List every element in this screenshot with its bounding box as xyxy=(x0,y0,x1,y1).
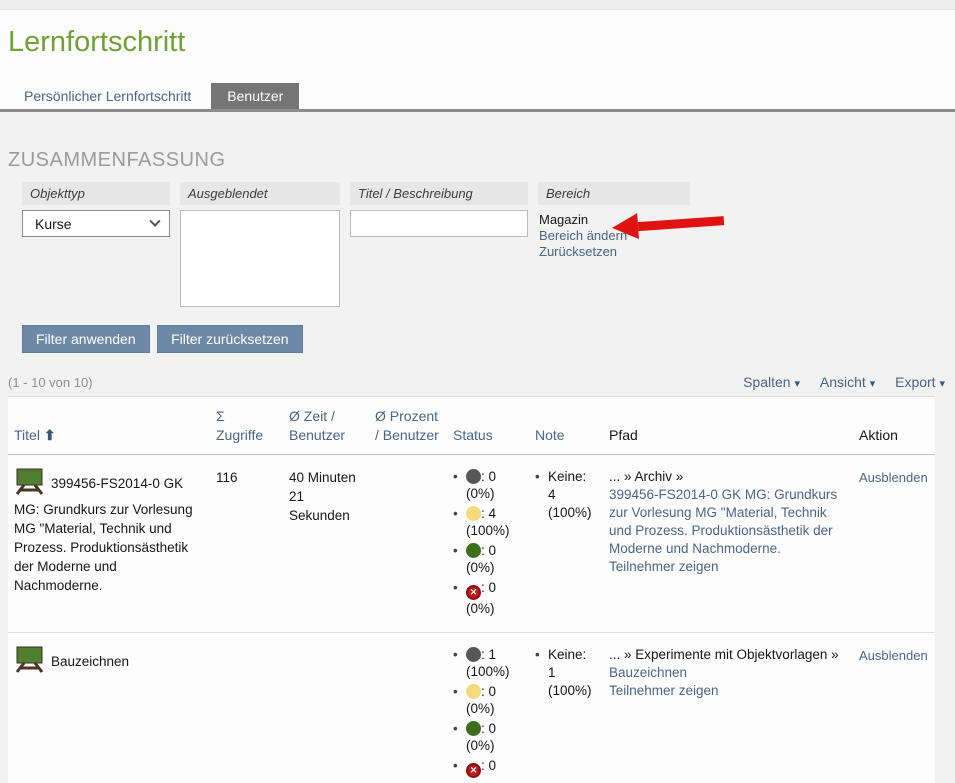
chevron-down-icon xyxy=(149,215,160,226)
teilnehmer-zeigen-link[interactable]: Teilnehmer zeigen xyxy=(609,682,719,700)
cell-prozent xyxy=(369,455,447,633)
note-value: Keine: 1 (100%) xyxy=(548,647,592,698)
course-icon xyxy=(14,468,44,500)
cell-zugriffe xyxy=(210,633,283,783)
titel-beschreibung-label: Titel / Beschreibung xyxy=(350,182,528,205)
bullet-icon: • xyxy=(453,683,458,700)
status-completed-icon xyxy=(466,721,481,736)
bullet-icon: • xyxy=(453,542,458,559)
path-prefix: ... » Experimente mit Objektvorlagen » xyxy=(609,647,839,662)
titel-beschreibung-input[interactable] xyxy=(350,210,528,237)
filter-buttons: Filter anwenden Filter zurücksetzen xyxy=(22,325,955,353)
results-table-container: Titel ⬆ Σ Zugriffe Ø Zeit / Benutzer Ø P… xyxy=(8,396,935,783)
filter-zuruecksetzen-button[interactable]: Filter zurücksetzen xyxy=(157,325,302,353)
status-in-progress-icon xyxy=(466,684,481,699)
spalten-menu[interactable]: Spalten ▾ xyxy=(743,374,800,390)
chevron-down-icon: ▾ xyxy=(939,378,945,390)
chevron-down-icon: ▾ xyxy=(794,378,800,390)
header: Lernfortschritt Persönlicher Lernfortsch… xyxy=(0,10,955,112)
results-table: Titel ⬆ Σ Zugriffe Ø Zeit / Benutzer Ø P… xyxy=(8,397,935,783)
filter-anwenden-button[interactable]: Filter anwenden xyxy=(22,325,150,353)
status-completed-icon xyxy=(466,543,481,558)
table-menus: Spalten ▾ Ansicht ▾ Export ▾ xyxy=(727,374,945,390)
bullet-icon: • xyxy=(453,757,458,774)
column-header-titel[interactable]: Titel ⬆ xyxy=(8,397,210,455)
cell-pfad: ... » Archiv » 399456-FS2014-0 GK MG: Gr… xyxy=(603,455,853,633)
bereich-label: Bereich xyxy=(538,182,690,205)
column-header-note[interactable]: Note xyxy=(529,397,603,455)
cell-aktion: Ausblenden xyxy=(853,633,935,783)
table-row: Bauzeichnen •: 1 (100%) •: 0 (0%) •: 0 (… xyxy=(8,633,935,783)
sort-ascending-icon: ⬆ xyxy=(44,427,56,443)
column-header-zugriffe[interactable]: Σ Zugriffe xyxy=(210,397,283,455)
cell-status: •: 1 (100%) •: 0 (0%) •: 0 (0%) •✕: 0 xyxy=(447,633,529,783)
note-value: Keine: 4 (100%) xyxy=(548,469,592,520)
ausblenden-link[interactable]: Ausblenden xyxy=(859,468,928,487)
column-header-zeit[interactable]: Ø Zeit / Benutzer xyxy=(283,397,369,455)
cell-zugriffe: 116 xyxy=(210,455,283,633)
objekttyp-select[interactable]: Kurse xyxy=(22,210,170,237)
course-title: Bauzeichnen xyxy=(51,654,129,669)
bullet-icon: • xyxy=(453,646,458,663)
cell-titel: 399456-FS2014-0 GK MG: Grundkurs zur Vor… xyxy=(8,455,210,633)
status-failed-icon: ✕ xyxy=(466,763,481,778)
tab-persoenlicher-lernfortschritt[interactable]: Persönlicher Lernfortschritt xyxy=(8,83,207,109)
path-course-link[interactable]: Bauzeichnen xyxy=(609,664,687,682)
cell-titel: Bauzeichnen xyxy=(8,633,210,783)
objekttyp-label: Objekttyp xyxy=(22,182,170,205)
column-header-pfad: Pfad xyxy=(603,397,853,455)
cell-zeit: 40 Minuten 21 Sekunden xyxy=(283,455,369,633)
cell-note: • Keine: 1 (100%) xyxy=(529,633,603,783)
cell-prozent xyxy=(369,633,447,783)
status-not-attempted-icon xyxy=(466,469,481,484)
bullet-icon: • xyxy=(535,468,540,486)
page-title: Lernfortschritt xyxy=(0,10,955,59)
top-strip xyxy=(0,0,955,10)
teilnehmer-zeigen-link[interactable]: Teilnehmer zeigen xyxy=(609,558,719,576)
path-course-link[interactable]: 399456-FS2014-0 GK MG: Grundkurs zur Vor… xyxy=(609,486,845,558)
column-header-aktion: Aktion xyxy=(853,397,935,455)
page: Lernfortschritt Persönlicher Lernfortsch… xyxy=(0,0,955,783)
bullet-icon: • xyxy=(453,579,458,596)
bullet-icon: • xyxy=(453,505,458,522)
objekttyp-selected-value: Kurse xyxy=(35,216,72,232)
zuruecksetzen-link[interactable]: Zurücksetzen xyxy=(539,244,617,260)
cell-note: • Keine: 4 (100%) xyxy=(529,455,603,633)
path-prefix: ... » Archiv » xyxy=(609,469,683,484)
ansicht-menu[interactable]: Ansicht ▾ xyxy=(820,374,875,390)
filter-ausgeblendet: Ausgeblendet xyxy=(180,182,340,307)
course-icon xyxy=(14,646,44,678)
export-menu[interactable]: Export ▾ xyxy=(895,374,945,390)
bullet-icon: • xyxy=(453,720,458,737)
table-row: 399456-FS2014-0 GK MG: Grundkurs zur Vor… xyxy=(8,455,935,633)
tab-benutzer[interactable]: Benutzer xyxy=(211,83,299,109)
column-header-prozent[interactable]: Ø Prozent / Benutzer xyxy=(369,397,447,455)
ausblenden-link[interactable]: Ausblenden xyxy=(859,646,928,665)
status-in-progress-icon xyxy=(466,506,481,521)
cell-aktion: Ausblenden xyxy=(853,455,935,633)
status-not-attempted-icon xyxy=(466,647,481,662)
summary-heading: ZUSAMMENFASSUNG xyxy=(8,149,955,172)
bullet-icon: • xyxy=(535,646,540,664)
ausgeblendet-label: Ausgeblendet xyxy=(180,182,340,205)
filter-titel-beschreibung: Titel / Beschreibung xyxy=(350,182,528,237)
bullet-icon: • xyxy=(453,468,458,485)
filter-panel: Objekttyp Kurse Ausgeblendet Titel / Bes… xyxy=(22,182,955,307)
tab-bar: Persönlicher Lernfortschritt Benutzer xyxy=(0,83,955,112)
chevron-down-icon: ▾ xyxy=(870,378,876,390)
ausgeblendet-listbox[interactable] xyxy=(180,210,340,307)
table-header-row: Titel ⬆ Σ Zugriffe Ø Zeit / Benutzer Ø P… xyxy=(8,397,935,455)
column-header-status[interactable]: Status xyxy=(447,397,529,455)
filter-objekttyp: Objekttyp Kurse xyxy=(22,182,170,237)
pagination-info: (1 - 10 von 10) xyxy=(8,375,93,390)
table-toolbar: (1 - 10 von 10) Spalten ▾ Ansicht ▾ Expo… xyxy=(8,374,945,390)
cell-status: •: 0 (0%) •: 4 (100%) •: 0 (0%) •✕: 0 (0… xyxy=(447,455,529,633)
status-failed-icon: ✕ xyxy=(466,585,481,600)
cell-pfad: ... » Experimente mit Objektvorlagen » B… xyxy=(603,633,853,783)
cell-zeit xyxy=(283,633,369,783)
